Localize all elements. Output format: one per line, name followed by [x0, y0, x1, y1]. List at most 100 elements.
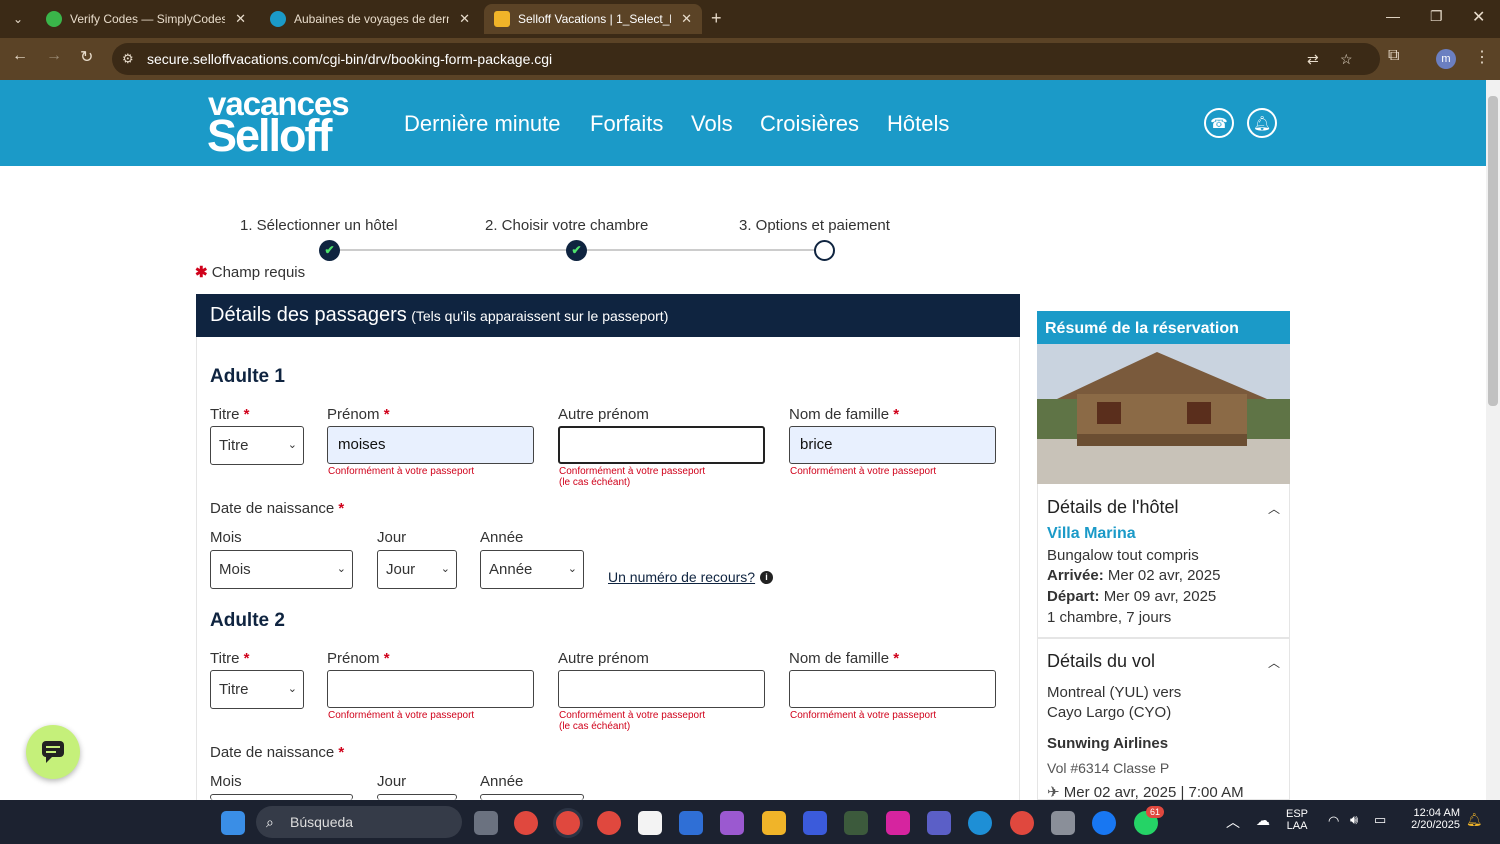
month-label: Mois	[210, 529, 242, 546]
copilot-icon[interactable]	[720, 811, 744, 835]
chevron-down-icon: ⌄	[287, 683, 297, 695]
chat-button[interactable]	[26, 725, 80, 779]
store-icon[interactable]	[638, 811, 662, 835]
game-icon[interactable]	[844, 811, 868, 835]
flight-date-line: ✈ Mer 02 avr, 2025 | 7:00 AM	[1047, 784, 1244, 801]
tab-simplycodes[interactable]: Verify Codes — SimplyCodes ✕	[36, 4, 256, 34]
tab-search-button[interactable]: ⌄	[6, 4, 30, 34]
nav-vols[interactable]: Vols	[691, 111, 733, 137]
chrome-icon[interactable]	[514, 811, 538, 835]
day-label: Jour	[377, 529, 407, 546]
adult-2-middle-name-input[interactable]	[558, 670, 765, 708]
room-count: 1 chambre, 7 jours	[1047, 609, 1172, 626]
step-1-check-icon: ✔	[319, 240, 340, 261]
adult-2-first-name-input[interactable]	[327, 670, 534, 708]
forward-arrow-icon[interactable]: →	[46, 47, 62, 65]
teams-icon[interactable]	[927, 811, 951, 835]
bookmark-star-icon[interactable]: ☆	[1340, 43, 1353, 75]
facebook-icon[interactable]	[1092, 811, 1116, 835]
edge-icon[interactable]	[968, 811, 992, 835]
bell-icon[interactable]: 🔔︎	[1247, 108, 1277, 138]
language-indicator[interactable]: ESP LAA	[1286, 808, 1308, 832]
site-settings-icon[interactable]: ⚙	[122, 43, 134, 75]
info-icon[interactable]: i	[760, 571, 773, 584]
onedrive-cloud-icon[interactable]: ☁	[1256, 812, 1270, 829]
room-type: Bungalow tout compris	[1047, 547, 1199, 564]
title-label: Titre *	[210, 650, 250, 667]
close-icon[interactable]: ✕	[235, 11, 246, 27]
loyalty-number-link[interactable]: Un numéro de recours?	[608, 569, 755, 585]
close-icon[interactable]: ✕	[681, 11, 692, 27]
last-name-label: Nom de famille *	[789, 650, 900, 667]
nav-forfaits[interactable]: Forfaits	[590, 111, 663, 137]
profile-avatar[interactable]: m	[1436, 49, 1456, 69]
required-note: ✱ Champ requis	[195, 264, 306, 281]
step-3-circle-icon	[814, 240, 835, 261]
adult-1-first-name-input[interactable]: moises	[327, 426, 534, 464]
flight-details-heading[interactable]: Détails du vol	[1047, 651, 1155, 672]
file-explorer-icon[interactable]	[762, 811, 786, 835]
adult-1-title-select[interactable]: Titre ⌄	[210, 426, 304, 465]
flight-number: Vol #6314 Classe P	[1047, 760, 1170, 776]
adult-1-last-name-input[interactable]: brice	[789, 426, 996, 464]
hotel-name[interactable]: Villa Marina	[1047, 525, 1136, 543]
adult-1-month-select[interactable]: Mois ⌄	[210, 550, 353, 589]
chrome-profile-icon[interactable]	[597, 811, 621, 835]
chrome-alt-icon[interactable]	[1010, 811, 1034, 835]
last-name-hint: Conformément à votre passeport	[790, 466, 937, 477]
volume-icon[interactable]: 🔊︎	[1350, 812, 1358, 828]
tray-chevron-up-icon[interactable]: ︿	[1226, 812, 1240, 832]
minimize-icon[interactable]: —	[1386, 8, 1400, 24]
hotel-details-heading[interactable]: Détails de l'hôtel	[1047, 497, 1179, 518]
chevron-up-icon[interactable]: ︿	[1268, 654, 1280, 671]
adult-1-day-select[interactable]: Jour ⌄	[377, 550, 457, 589]
phone-icon[interactable]: ☎	[1204, 108, 1234, 138]
adult-1-middle-name-input[interactable]	[558, 426, 765, 464]
chevron-down-icon: ⌄	[440, 563, 450, 575]
new-tab-plus-icon[interactable]: +	[711, 8, 722, 29]
menu-dots-icon[interactable]: ⋮	[1474, 47, 1490, 67]
adult-1-year-select[interactable]: Année ⌄	[480, 550, 584, 589]
hotel-photo	[1037, 344, 1290, 484]
middle-name-hint-optional: (le cas échéant)	[559, 721, 631, 732]
todo-icon[interactable]	[1051, 811, 1075, 835]
window-close-icon[interactable]: ✕	[1472, 7, 1485, 27]
security-icon[interactable]	[679, 811, 703, 835]
year-label: Année	[480, 529, 524, 546]
tab-selloff-deals[interactable]: Aubaines de voyages de derniè ✕	[260, 4, 480, 34]
logo-bottom[interactable]: Selloff	[207, 113, 333, 158]
extensions-icon[interactable]: ⧉	[1388, 47, 1399, 65]
battery-icon[interactable]: ▭	[1374, 812, 1386, 828]
plane-icon: ✈	[1047, 784, 1060, 801]
taskbar-search[interactable]: ⌕ Búsqueda	[256, 806, 462, 838]
first-name-label: Prénom *	[327, 406, 390, 423]
middle-name-label: Autre prénom	[558, 406, 649, 423]
chevron-down-icon: ⌄	[336, 563, 346, 575]
url-field[interactable]: ⚙ secure.selloffvacations.com/cgi-bin/dr…	[112, 43, 1380, 75]
restore-icon[interactable]: ❐	[1430, 8, 1443, 25]
app-icon[interactable]	[803, 811, 827, 835]
chrome-active-icon[interactable]	[556, 811, 580, 835]
wifi-icon[interactable]: ◠	[1328, 813, 1339, 829]
task-view-icon[interactable]	[474, 811, 498, 835]
reload-icon[interactable]: ↻	[80, 47, 93, 67]
adult-2-title-select[interactable]: Titre ⌄	[210, 670, 304, 709]
windows-start-icon[interactable]	[221, 811, 245, 835]
chevron-up-icon[interactable]: ︿	[1268, 500, 1280, 517]
page-scrollbar-thumb[interactable]	[1488, 96, 1498, 406]
tab-selloff-booking[interactable]: Selloff Vacations | 1_Select_hote ✕	[484, 4, 702, 34]
year-label: Année	[480, 773, 524, 790]
nav-hotels[interactable]: Hôtels	[887, 111, 949, 137]
nav-croisieres[interactable]: Croisières	[760, 111, 859, 137]
middle-name-hint: Conformément à votre passeport	[559, 466, 706, 477]
instagram-icon[interactable]	[886, 811, 910, 835]
clock[interactable]: 12:04 AM 2/20/2025	[1404, 807, 1460, 831]
back-arrow-icon[interactable]: ←	[12, 47, 28, 65]
notification-bell-icon[interactable]: 🔔︎	[1466, 812, 1483, 828]
route-line-1: Montreal (YUL) vers	[1047, 684, 1182, 701]
translate-icon[interactable]: ⇄	[1307, 43, 1319, 75]
whatsapp-badge: 61	[1146, 806, 1165, 818]
nav-derniere-minute[interactable]: Dernière minute	[404, 111, 561, 137]
close-icon[interactable]: ✕	[459, 11, 470, 27]
adult-2-last-name-input[interactable]	[789, 670, 996, 708]
